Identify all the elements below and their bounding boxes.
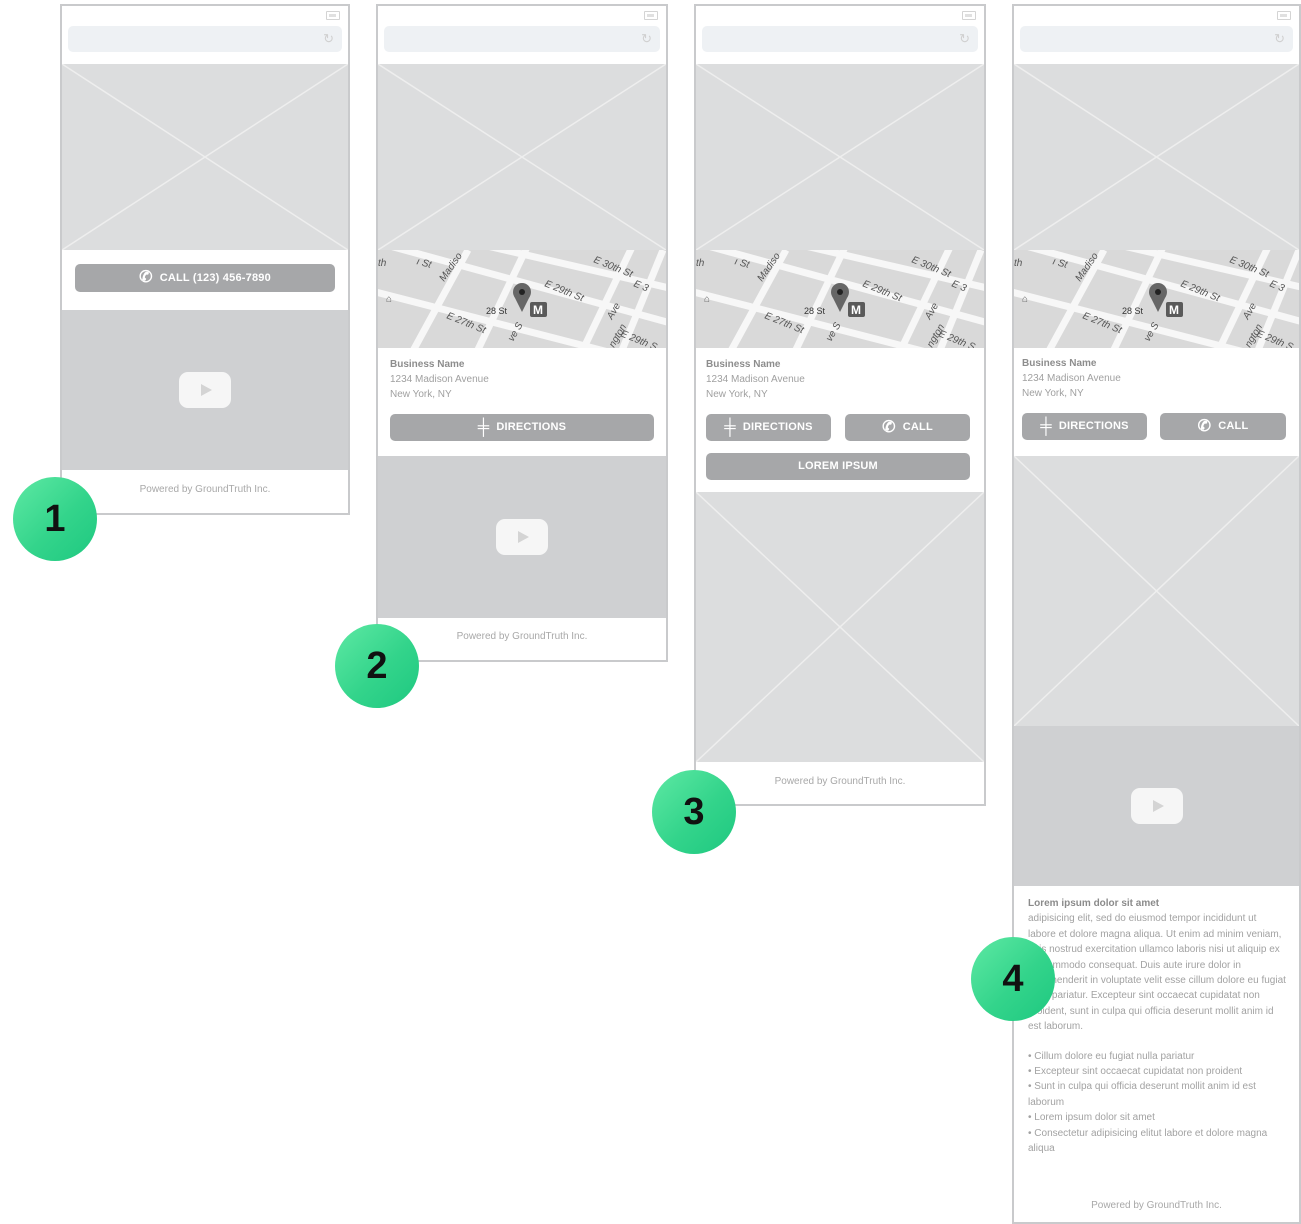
image-placeholder <box>62 64 348 250</box>
list-item: • Excepteur sint occaecat cupidatat non … <box>1028 1066 1243 1078</box>
image-placeholder <box>1014 456 1299 726</box>
list-item: • Sunt in culpa qui officia deserunt mol… <box>1028 1081 1256 1108</box>
mockup-phone-3: ↻ ı St th Madiso E 30th St E 29th St E 3… <box>694 4 986 806</box>
metro-icon: M <box>851 303 861 317</box>
business-info: Business Name 1234 Madison Avenue New Yo… <box>1022 356 1121 401</box>
directions-button[interactable]: ╪ DIRECTIONS <box>1022 413 1147 440</box>
list-item: • Consectetur adipisicing elitut labore … <box>1028 1127 1268 1155</box>
lorem-ipsum-button[interactable]: LOREM IPSUM <box>706 453 970 480</box>
business-name: Business Name <box>390 359 465 370</box>
status-bar <box>1014 6 1299 26</box>
metro-icon: M <box>1169 303 1179 317</box>
map[interactable]: ı St th Madiso E 30th St E 29th St E 3 E… <box>696 250 984 348</box>
museum-icon: ⌂ <box>704 294 710 305</box>
business-name: Business Name <box>1022 358 1097 369</box>
museum-icon: ⌂ <box>386 294 392 305</box>
battery-icon <box>644 11 658 20</box>
business-city: New York, NY <box>1022 388 1084 399</box>
directions-button[interactable]: ╪ DIRECTIONS <box>706 414 831 441</box>
status-bar <box>696 6 984 26</box>
content-heading: Lorem ipsum dolor sit amet <box>1028 898 1160 909</box>
play-icon[interactable] <box>496 519 548 555</box>
image-placeholder <box>1014 64 1299 250</box>
image-placeholder <box>696 492 984 762</box>
reload-icon[interactable]: ↻ <box>959 30 970 48</box>
mockup-phone-1: ↻ ✆ CALL (123) 456-7890 Powered by Ground… <box>60 4 350 515</box>
map-label-28st: 28 St <box>804 306 826 316</box>
video-player[interactable] <box>378 456 666 618</box>
content-paragraph: adipisicing elit, sed do eiusmod tempor … <box>1028 913 1286 1033</box>
reload-icon[interactable]: ↻ <box>1274 30 1285 48</box>
signpost-icon: ╪ <box>477 418 490 436</box>
step-badge-2: 2 <box>335 624 419 708</box>
reload-icon[interactable]: ↻ <box>641 30 652 48</box>
list-item: • Lorem ipsum dolor sit amet <box>1028 1112 1155 1124</box>
map[interactable]: ı St th Madiso E 30th St E 29th St E 3 E… <box>378 250 666 348</box>
content-text: Lorem ipsum dolor sit amet adipisicing e… <box>1028 896 1286 1157</box>
image-placeholder <box>378 64 666 250</box>
business-street: 1234 Madison Avenue <box>1022 373 1121 384</box>
business-street: 1234 Madison Avenue <box>706 374 805 385</box>
video-player[interactable] <box>62 310 348 470</box>
directions-button[interactable]: ╪ DIRECTIONS <box>390 414 654 441</box>
business-city: New York, NY <box>706 389 768 400</box>
play-icon[interactable] <box>179 372 231 408</box>
footer-powered-by: Powered by GroundTruth Inc. <box>139 484 271 495</box>
map-label-28st: 28 St <box>486 306 508 316</box>
map-label-th: th <box>378 258 387 269</box>
mockup-phone-2: ↻ ı St th Madiso E 30th St E 29th St E 3… <box>376 4 668 662</box>
business-info: Business Name 1234 Madison Avenue New Yo… <box>706 357 805 402</box>
status-bar <box>62 6 348 26</box>
video-player[interactable] <box>1014 726 1299 886</box>
reload-icon[interactable]: ↻ <box>323 30 334 48</box>
battery-icon <box>962 11 976 20</box>
museum-icon: ⌂ <box>1022 294 1028 305</box>
play-icon[interactable] <box>1130 788 1183 824</box>
business-info: Business Name 1234 Madison Avenue New Yo… <box>390 357 489 402</box>
map-label-th: th <box>1014 258 1023 269</box>
step-badge-3: 3 <box>652 770 736 854</box>
business-city: New York, NY <box>390 389 452 400</box>
map-label-28st: 28 St <box>1122 306 1144 316</box>
call-button[interactable]: ✆ CALL (123) 456-7890 <box>75 264 335 292</box>
step-badge-4: 4 <box>971 937 1055 1021</box>
business-street: 1234 Madison Avenue <box>390 374 489 385</box>
map-label-th: th <box>696 258 705 269</box>
mockup-phone-4: ↻ ı St th Madiso E 30th St E 29th St E 3… <box>1012 4 1301 1224</box>
map[interactable]: ı St th Madiso E 30th St E 29th St E 3 E… <box>1014 250 1299 348</box>
signpost-icon: ╪ <box>1040 417 1052 435</box>
signpost-icon: ╪ <box>724 418 736 436</box>
url-bar[interactable]: ↻ <box>702 26 978 52</box>
url-bar[interactable]: ↻ <box>68 26 342 52</box>
url-bar[interactable]: ↻ <box>1020 26 1293 52</box>
image-placeholder <box>696 64 984 250</box>
list-item: • Cillum dolore eu fugiat nulla pariatur <box>1028 1050 1195 1062</box>
footer-powered-by: Powered by GroundTruth Inc. <box>456 631 588 642</box>
footer-powered-by: Powered by GroundTruth Inc. <box>1091 1200 1222 1211</box>
call-button[interactable]: ✆ CALL <box>845 414 970 441</box>
battery-icon <box>1277 11 1291 20</box>
metro-icon: M <box>533 303 543 317</box>
status-bar <box>378 6 666 26</box>
business-name: Business Name <box>706 359 781 370</box>
footer-powered-by: Powered by GroundTruth Inc. <box>774 776 906 787</box>
battery-icon <box>326 11 340 20</box>
phone-icon: ✆ <box>1197 417 1212 435</box>
step-badge-1: 1 <box>13 477 97 561</box>
content-bullets: • Cillum dolore eu fugiat nulla pariatur… <box>1028 1049 1286 1157</box>
phone-icon: ✆ <box>882 418 896 436</box>
url-bar[interactable]: ↻ <box>384 26 660 52</box>
call-button[interactable]: ✆ CALL <box>1160 413 1286 440</box>
phone-icon: ✆ <box>139 269 153 287</box>
